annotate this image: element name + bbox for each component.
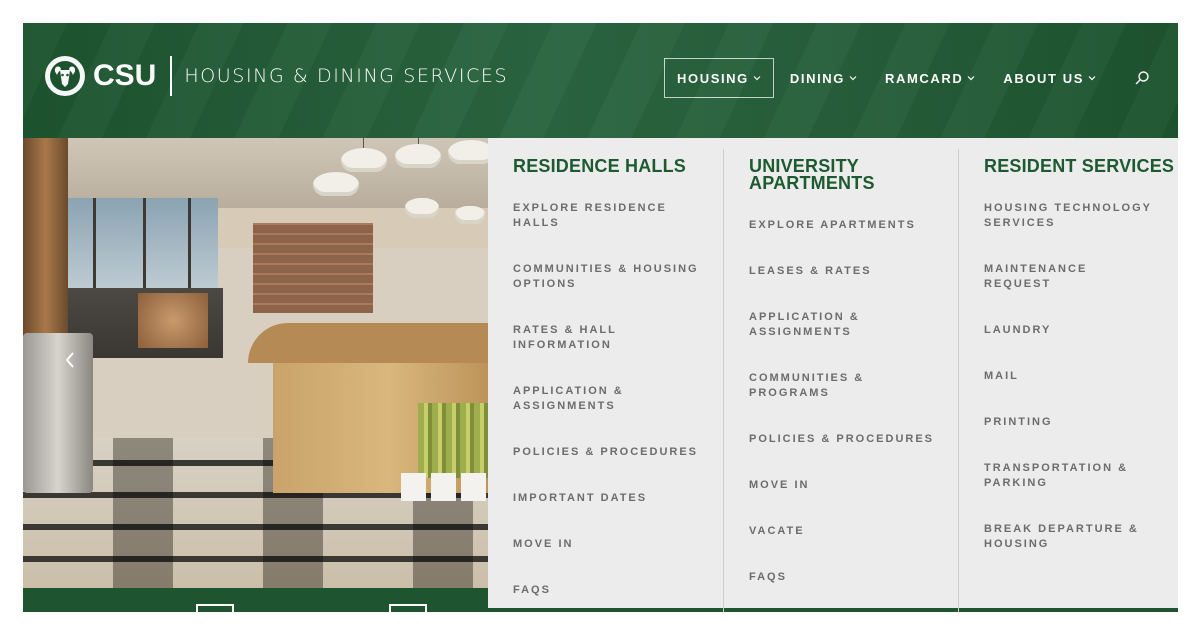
menu-item[interactable]: APPLICATION & ASSIGNMENTS (749, 310, 944, 340)
menu-item[interactable]: POLICIES & PROCEDURES (513, 445, 713, 460)
page-frame: CSU HOUSING & DINING SERVICES HOUSING DI… (23, 23, 1178, 612)
column-heading[interactable]: RESIDENT SERVICES (984, 157, 1178, 175)
menu-item[interactable]: FAQS (749, 570, 944, 585)
menu-item[interactable]: COMMUNITIES & PROGRAMS (749, 371, 944, 401)
menu-item[interactable]: EXPLORE APARTMENTS (749, 218, 944, 233)
nav-label: HOUSING (677, 70, 749, 86)
chevron-left-icon[interactable] (63, 350, 77, 370)
logo-divider (170, 56, 173, 96)
menu-item[interactable]: TRANSPORTATION & PARKING (984, 461, 1154, 491)
site-logo[interactable]: CSU HOUSING & DINING SERVICES (45, 56, 508, 96)
ram-head-icon (45, 56, 85, 96)
menu-item[interactable]: IMPORTANT DATES (513, 491, 713, 506)
nav-item-dining[interactable]: DINING (790, 58, 857, 98)
nav-item-about-us[interactable]: ABOUT US (1003, 58, 1096, 98)
building-icon[interactable] (389, 604, 427, 612)
card-icon[interactable] (196, 604, 234, 612)
menu-item[interactable]: FAQS (513, 583, 713, 598)
menu-item[interactable]: POLICIES & PROCEDURES (749, 432, 944, 447)
menu-item[interactable]: PRINTING (984, 415, 1154, 430)
logo-wordmark: CSU (93, 59, 157, 92)
hero-image (23, 138, 488, 588)
housing-dropdown-menu: RESIDENCE HALLS EXPLORE RESIDENCE HALLS … (488, 138, 1178, 612)
column-heading[interactable]: UNIVERSITY APARTMENTS (749, 157, 899, 192)
main-nav: HOUSING DINING RAMCARD ABOUT US (664, 58, 1096, 98)
nav-label: ABOUT US (1003, 70, 1085, 86)
nav-label: DINING (789, 70, 845, 86)
menu-item[interactable]: COMMUNITIES & HOUSING OPTIONS (513, 262, 713, 292)
site-header: CSU HOUSING & DINING SERVICES HOUSING DI… (23, 23, 1178, 138)
menu-column-resident-services: RESIDENT SERVICES HOUSING TECHNOLOGY SER… (958, 149, 1178, 612)
chevron-down-icon (753, 76, 761, 81)
chevron-down-icon (1088, 76, 1096, 81)
nav-item-ramcard[interactable]: RAMCARD (885, 58, 975, 98)
menu-column-university-apartments: UNIVERSITY APARTMENTS EXPLORE APARTMENTS… (723, 149, 958, 612)
menu-item[interactable]: APPLICATION & ASSIGNMENTS (513, 384, 713, 414)
menu-item[interactable]: MAIL (984, 369, 1154, 384)
chevron-down-icon (967, 76, 975, 81)
menu-item[interactable]: MAINTENANCE REQUEST (984, 262, 1154, 292)
menu-item[interactable]: HOUSING TECHNOLOGY SERVICES (984, 201, 1154, 231)
column-heading[interactable]: RESIDENCE HALLS (513, 157, 723, 175)
site-tagline: HOUSING & DINING SERVICES (184, 65, 509, 87)
menu-item[interactable]: LAUNDRY (984, 323, 1154, 338)
nav-item-housing[interactable]: HOUSING (664, 58, 774, 98)
menu-item[interactable]: MOVE IN (513, 537, 713, 552)
menu-item[interactable]: BREAK DEPARTURE & HOUSING (984, 522, 1154, 552)
nav-label: RAMCARD (884, 70, 964, 86)
menu-item[interactable]: RATES & HALL INFORMATION (513, 323, 713, 353)
menu-column-residence-halls: RESIDENCE HALLS EXPLORE RESIDENCE HALLS … (488, 138, 723, 608)
chevron-down-icon (849, 76, 857, 81)
menu-item[interactable]: LEASES & RATES (749, 264, 944, 279)
menu-item[interactable]: MOVE IN (749, 478, 944, 493)
menu-item[interactable]: VACATE (749, 524, 944, 539)
menu-item[interactable]: EXPLORE RESIDENCE HALLS (513, 201, 713, 231)
search-icon[interactable] (1134, 70, 1150, 86)
